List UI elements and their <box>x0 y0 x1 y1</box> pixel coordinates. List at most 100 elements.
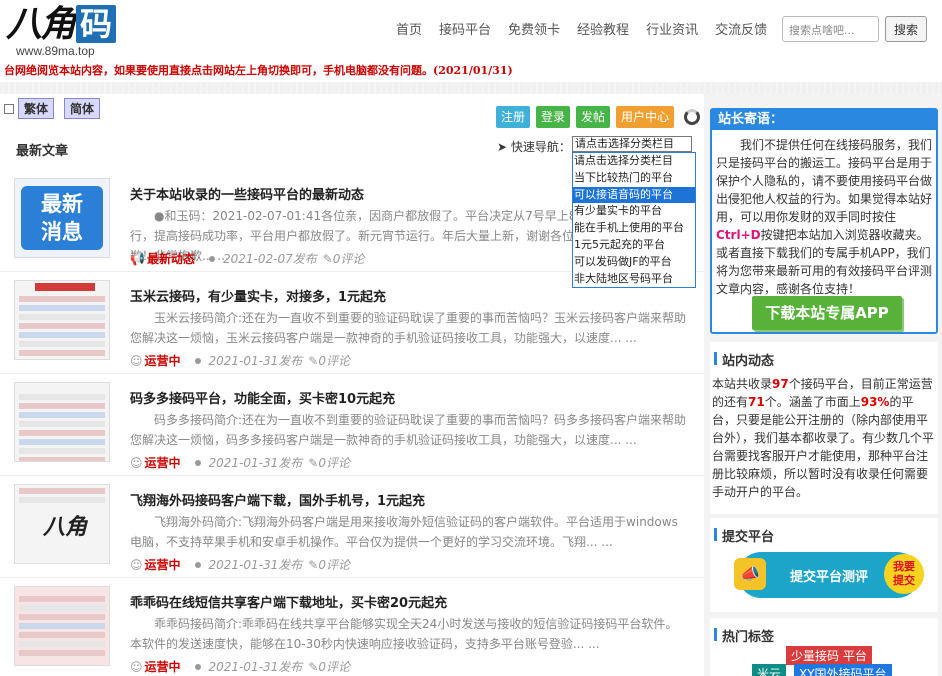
nav-free-card[interactable]: 免费领卡 <box>508 19 560 38</box>
hot-tag[interactable]: 米云 <box>752 664 787 676</box>
station-text: 个。涵盖了市面上 <box>764 395 861 409</box>
article-thumbnail[interactable]: 八角 <box>14 484 110 564</box>
article-meta: ☺ 运营中 2021-01-31发布 ✎ 0评论 <box>130 658 350 675</box>
download-app-button[interactable]: 下载本站专属APP <box>752 296 902 330</box>
quicknav-option-highlighted[interactable]: 可以接语音码的平台 <box>573 186 695 204</box>
edit-icon: ✎ <box>308 455 319 470</box>
article-tag[interactable]: ☺ 运营中 <box>130 454 181 471</box>
station-active-count: 71 <box>748 395 765 409</box>
traditional-chinese-button[interactable]: 繁体 <box>18 98 55 119</box>
article-thumbnail[interactable] <box>14 382 110 462</box>
thumbnail-row <box>19 350 105 356</box>
submit-platform-banner[interactable]: 📣 提交平台测评 我要 提交 <box>734 552 924 598</box>
register-button[interactable]: 注册 <box>496 106 531 128</box>
article-tag[interactable]: ☺ 运营中 <box>130 658 181 675</box>
article-date: 2021-01-31发布 <box>208 660 303 674</box>
article-comments[interactable]: 0评论 <box>318 352 350 369</box>
article-title[interactable]: 关于本站收录的一些接码平台的最新动态 <box>130 184 364 203</box>
search-input[interactable]: 搜索点啥吧... <box>782 16 879 42</box>
thumbnail-row <box>19 448 105 454</box>
thumbnail-row <box>19 596 105 602</box>
hot-tag[interactable]: 少量接码 平台 <box>786 646 872 665</box>
quicknav-dropdown: 请点击选择分类栏目 当下比较热门的平台 可以接语音码的平台 有少量实卡的平台 能… <box>572 152 696 288</box>
nav-news[interactable]: 行业资讯 <box>646 19 698 38</box>
thumbnail-row <box>19 332 105 338</box>
quicknav-option[interactable]: 当下比较热门的平台 <box>573 170 695 187</box>
article-tag-label: 运营中 <box>144 354 181 368</box>
thumbnail-row <box>19 403 105 409</box>
edit-icon: ✎ <box>308 353 319 368</box>
thumbnail-row <box>19 623 105 629</box>
thumbnail-row <box>19 394 105 400</box>
section-title: 最新文章 <box>16 144 69 159</box>
article-item: 八角 飞翔海外码接码客户端下载，国外手机号，1元起充 飞翔海外码简介:飞翔海外码… <box>0 476 704 578</box>
article-comments[interactable]: 0评论 <box>318 658 350 675</box>
quicknav-option[interactable]: 请点击选择分类栏目 <box>573 153 695 170</box>
smile-icon: ☺ <box>130 557 143 572</box>
nav-feedback[interactable]: 交流反馈 <box>715 19 767 38</box>
simplified-chinese-button[interactable]: 简体 <box>64 98 101 119</box>
quicknav-option[interactable]: 可以发码做JF的平台 <box>573 254 695 271</box>
logo-text-ba: 八角 <box>6 3 76 45</box>
station-news-text: 本站共收录97个接码平台，目前正常运营的还有71个。涵盖了市面上93%的平台，只… <box>710 369 938 501</box>
station-text: 的平台，只要是能公开注册的（除内部使用平台外），我们基本都收录了。有少数几个平台… <box>712 395 935 499</box>
thumbnail-logo: 八角 <box>43 514 88 540</box>
webmaster-note-panel: 站长寄语： 我们不提供任何在线接码服务，我们只是接码平台的搬运工。接码平台是用于… <box>710 108 938 334</box>
post-button[interactable]: 发帖 <box>576 106 611 128</box>
article-thumbnail[interactable] <box>14 280 110 360</box>
article-title[interactable]: 飞翔海外码接码客户端下载，国外手机号，1元起充 <box>130 490 425 509</box>
article-tag[interactable]: ☺ 运营中 <box>130 556 181 573</box>
thumbnail-row <box>19 497 105 503</box>
quicknav-option[interactable]: 能在手机上使用的平台 <box>573 220 695 237</box>
article-comments[interactable]: 0评论 <box>318 454 350 471</box>
article-title[interactable]: 玉米云接码，有少量实卡，对接多，1元起充 <box>130 286 386 305</box>
thumbnail-row <box>19 614 105 620</box>
nav-home[interactable]: 首页 <box>396 19 422 38</box>
dot-icon <box>194 663 201 670</box>
quicknav-option[interactable]: 非大陆地区号码平台 <box>573 271 695 288</box>
article-date: 2021-02-07发布 <box>222 252 317 266</box>
hot-tag[interactable]: XY国外接码平台 <box>794 664 892 676</box>
article-summary: 乖乖码接码简介:乖乖码在线共享平台能够实现全天24小时发送与接收的短信验证码接码… <box>130 617 678 651</box>
thumbnail-header <box>35 283 95 291</box>
thumbnail-row <box>19 430 105 436</box>
article-comments[interactable]: 0评论 <box>333 250 365 267</box>
refresh-icon[interactable] <box>684 109 700 125</box>
quicknav-select[interactable]: 请点击选择分类栏目 <box>572 136 692 152</box>
thumbnail-row <box>19 412 105 418</box>
article-summary: 码多多接码简介:还在为一直收不到重要的验证码耽误了重要的事而苦恼吗？码多多接码客… <box>130 413 687 447</box>
sidebar: 站长寄语： 我们不提供任何在线接码服务，我们只是接码平台的搬运工。接码平台是用于… <box>704 94 942 676</box>
send-icon: ➤ <box>497 140 508 154</box>
article-summary: 玉米云接码简介:还在为一直收不到重要的验证码耽误了重要的事而苦恼吗？玉米云接码客… <box>130 311 687 345</box>
nav-tutorials[interactable]: 经验教程 <box>577 19 629 38</box>
user-actions: 注册 登录 发帖 用户中心 <box>496 106 680 128</box>
thumbnail-row <box>19 605 105 611</box>
user-center-button[interactable]: 用户中心 <box>616 106 675 128</box>
article-thumbnail[interactable]: 最新 消息 <box>14 178 110 258</box>
edit-icon: ✎ <box>308 659 319 674</box>
quicknav-option[interactable]: 有少量实卡的平台 <box>573 203 695 220</box>
submit-platform-title: 提交平台 <box>710 518 938 545</box>
article-thumbnail[interactable] <box>14 586 110 666</box>
article-tag[interactable]: ☺ 运营中 <box>130 352 181 369</box>
webmaster-note-title: 站长寄语： <box>712 110 936 130</box>
quicknav-option[interactable]: 1元5元起充的平台 <box>573 237 695 254</box>
login-button[interactable]: 登录 <box>536 106 571 128</box>
thumbnail-row <box>19 323 105 329</box>
thumbnail-row <box>19 296 105 302</box>
station-total-count: 97 <box>772 377 789 391</box>
site-logo[interactable]: 八角 码 www.89ma.top <box>6 4 136 58</box>
search-button[interactable]: 搜索 <box>885 16 927 42</box>
article-title[interactable]: 乖乖码在线短信共享客户端下载地址，买卡密20元起充 <box>130 592 447 611</box>
submit-banner-text: 提交平台测评 <box>789 569 868 585</box>
scrolling-notice: 台网绝阅览本站内容，如果要使用直接点击网站左上角切换即可，手机电脑都没有问题。(… <box>4 64 513 77</box>
article-tag[interactable]: 📢 最新动态 <box>130 250 195 267</box>
thumbnail-row <box>19 457 105 461</box>
thumbnail-row <box>19 439 105 445</box>
nav-platforms[interactable]: 接码平台 <box>439 19 491 38</box>
note-text-part1: 我们不提供任何在线接码服务，我们只是接码平台的搬运工。接码平台是用于保护个人隐私… <box>716 138 933 224</box>
hot-tags-panel: 热门标签 少量接码 平台 米云 XY国外接码平台 <box>710 618 938 676</box>
station-news-title: 站内动态 <box>710 342 938 369</box>
article-comments[interactable]: 0评论 <box>318 556 350 573</box>
article-title[interactable]: 码多多接码平台，功能全面，买卡密10元起充 <box>130 388 395 407</box>
